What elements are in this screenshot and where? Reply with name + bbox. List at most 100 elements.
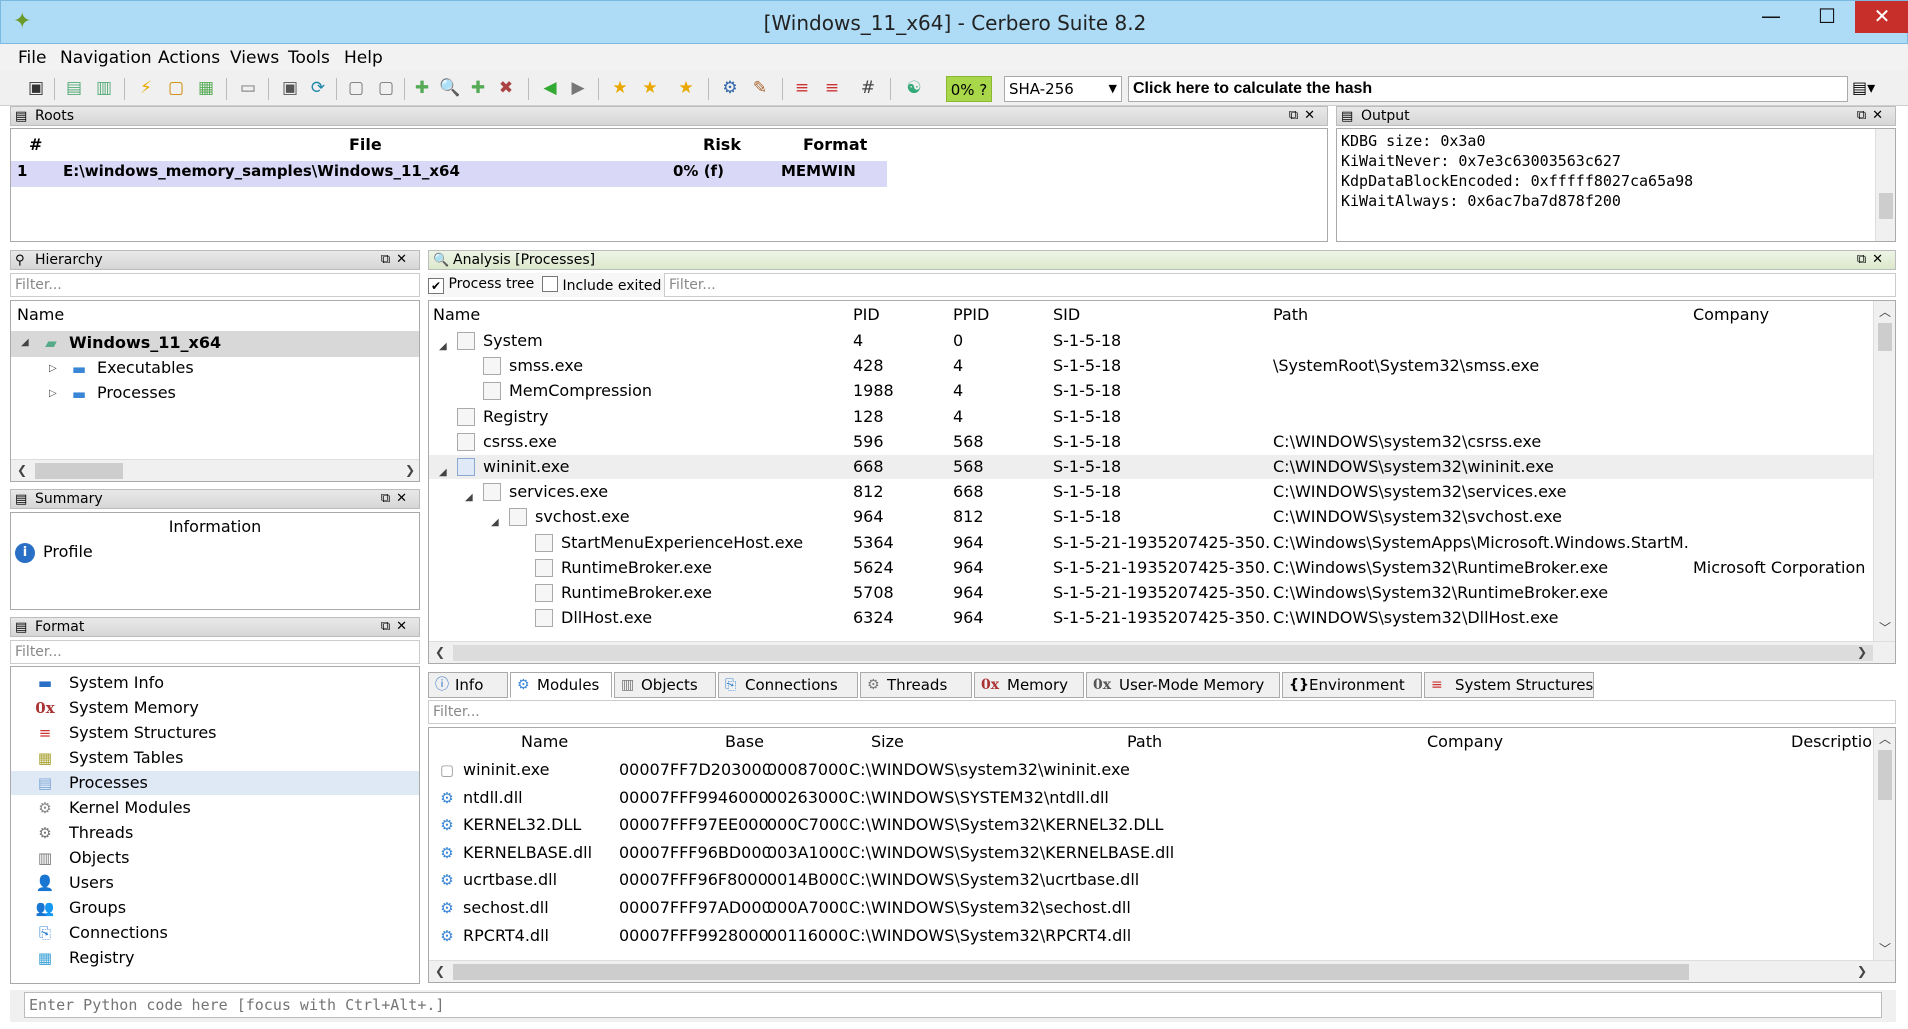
collapse-icon[interactable]: ◢: [21, 337, 29, 348]
tab-environment[interactable]: {} Environment: [1282, 672, 1422, 698]
hash-icon[interactable]: #: [856, 77, 880, 99]
format-item-system-info[interactable]: ▬ System Info: [11, 671, 419, 695]
scroll-left-icon[interactable]: ❮: [435, 645, 445, 659]
col-pid[interactable]: PID: [853, 303, 880, 327]
process-row[interactable]: StartMenuExperienceHost.exe 5364 964 S-1-5-…: [429, 531, 1873, 555]
scroll-right-icon[interactable]: ❯: [1857, 964, 1867, 978]
panel-buttons[interactable]: ⧉✕: [1857, 107, 1889, 125]
process-row[interactable]: RuntimeBroker.exe 5624 964 S-1-5-21-1935207…: [429, 556, 1873, 580]
hierarchy-hscrollbar[interactable]: ❮ ❯: [11, 459, 419, 481]
col-ppid[interactable]: PPID: [953, 303, 989, 327]
tab-objects[interactable]: ▥ Objects: [614, 672, 716, 698]
import-icon[interactable]: ▦: [194, 77, 218, 99]
format-item-system-structures[interactable]: ≡ System Structures: [11, 721, 419, 745]
format-header[interactable]: ▤ Format ⧉✕: [10, 617, 420, 637]
process-row[interactable]: smss.exe 428 4 S-1-5-18 \SystemRoot\System32…: [429, 354, 1873, 378]
col-path[interactable]: Path: [1273, 303, 1308, 327]
output-scrollbar[interactable]: [1875, 129, 1895, 241]
chart-a-icon[interactable]: ≡: [790, 77, 814, 99]
format-item-registry[interactable]: ▦ Registry: [11, 946, 419, 970]
roots-col-file[interactable]: File: [349, 133, 382, 157]
add-icon[interactable]: ✚: [410, 77, 434, 99]
risk-badge[interactable]: 0% ?: [946, 76, 992, 102]
scroll-left-icon[interactable]: ❮: [435, 964, 445, 978]
format-item-processes[interactable]: ▤ Processes: [11, 771, 419, 795]
format-item-users[interactable]: 👤 Users: [11, 871, 419, 895]
lightning-icon[interactable]: ⚡: [134, 77, 158, 99]
modules-filter[interactable]: Filter...: [428, 700, 1896, 724]
tool-a-icon[interactable]: ⚙: [718, 77, 742, 99]
scroll-right-icon[interactable]: ❯: [1857, 645, 1867, 659]
save-project-icon[interactable]: ▥: [92, 77, 116, 99]
hash-field[interactable]: Click here to calculate the hash: [1128, 76, 1848, 102]
modules-vscrollbar[interactable]: ︿ ﹀: [1873, 728, 1895, 960]
tab-modules[interactable]: ⚙ Modules: [510, 672, 612, 698]
process-row[interactable]: ◢ services.exe 812 668 S-1-5-18 C:\WINDOWS\sy…: [429, 480, 1873, 504]
output-console[interactable]: KDBG size: 0x3a0 KiWaitNever: 0x7e3c6300…: [1336, 128, 1896, 242]
process-row[interactable]: csrss.exe 596 568 S-1-5-18 C:\WINDOWS\system…: [429, 430, 1873, 454]
scroll-up-icon[interactable]: ︿: [1879, 730, 1891, 747]
format-item-system-tables[interactable]: ▦ System Tables: [11, 746, 419, 770]
mod-col-name[interactable]: Name: [521, 730, 568, 754]
tab-system-structures[interactable]: ≡ System Structures: [1424, 672, 1594, 698]
roots-col-format[interactable]: Format: [803, 133, 867, 157]
back-icon[interactable]: ◀: [538, 77, 562, 99]
tree-item-processes[interactable]: ▷ ▬ Processes: [11, 382, 419, 407]
scroll-right-icon[interactable]: ❯: [405, 463, 415, 477]
dock-icon[interactable]: ▣: [278, 77, 302, 99]
roots-header[interactable]: ▤ Roots ⧉✕: [10, 106, 1328, 126]
process-row[interactable]: DllHost.exe 6324 964 S-1-5-21-1935207425-35…: [429, 606, 1873, 630]
panel-buttons[interactable]: ⧉✕: [381, 490, 413, 508]
refresh-icon[interactable]: ⟳: [306, 77, 330, 99]
summary-col-information[interactable]: Information: [11, 515, 419, 539]
roots-col-num[interactable]: #: [29, 133, 42, 157]
mod-col-path[interactable]: Path: [1127, 730, 1162, 754]
tool-b-icon[interactable]: ✎: [748, 77, 772, 99]
tree-item-executables[interactable]: ▷ ▬ Executables: [11, 357, 419, 382]
col-company[interactable]: Company: [1693, 303, 1769, 327]
scroll-up-icon[interactable]: ︿: [1879, 303, 1891, 320]
tab-threads[interactable]: ⚙ Threads: [860, 672, 972, 698]
format-filter[interactable]: Filter...: [10, 640, 420, 664]
roots-col-risk[interactable]: Risk: [703, 133, 741, 157]
hierarchy-filter[interactable]: Filter...: [10, 273, 420, 297]
insert-icon[interactable]: ✚: [466, 77, 490, 99]
title-bar[interactable]: ✦ [Windows_11_x64] - Cerbero Suite 8.2 —…: [0, 0, 1908, 44]
process-tree-checkbox[interactable]: ✔ Process tree: [428, 276, 534, 294]
bookmark-icon[interactable]: ★: [608, 77, 632, 99]
mod-col-base[interactable]: Base: [725, 730, 764, 754]
mod-col-size[interactable]: Size: [871, 730, 904, 754]
scroll-down-icon[interactable]: ﹀: [1879, 619, 1891, 636]
delete-icon[interactable]: ✖: [494, 77, 518, 99]
process-row[interactable]: MemCompression 1988 4 S-1-5-18: [429, 379, 1873, 403]
modules-hscrollbar[interactable]: ❮ ❯: [429, 960, 1895, 982]
process-row[interactable]: RuntimeBroker.exe 5708 964 S-1-5-21-1935207…: [429, 581, 1873, 605]
panel-buttons[interactable]: ⧉✕: [1289, 107, 1321, 125]
maximize-button[interactable]: ☐: [1799, 1, 1855, 33]
menu-navigation[interactable]: Navigation: [60, 48, 152, 68]
star-icon[interactable]: ★: [638, 77, 662, 99]
expand-icon[interactable]: ▷: [49, 388, 57, 399]
panel-buttons[interactable]: ⧉✕: [381, 618, 413, 636]
favorite-icon[interactable]: ★: [674, 77, 698, 99]
mod-col-description[interactable]: Descriptio: [1791, 730, 1875, 754]
forward-icon[interactable]: ▶: [566, 77, 590, 99]
col-sid[interactable]: SID: [1053, 303, 1080, 327]
roots-row[interactable]: 1 E:\windows_memory_samples\Windows_11_x…: [11, 161, 887, 187]
process-row[interactable]: Registry 128 4 S-1-5-18: [429, 405, 1873, 429]
find-icon[interactable]: 🔍: [438, 77, 462, 99]
module-row[interactable]: ⚙ RPCRT4.dll 00007FFF99280000 00116000 C:\WI…: [429, 924, 1873, 948]
summary-header[interactable]: ▤ Summary ⧉✕: [10, 489, 420, 509]
menu-help[interactable]: Help: [344, 48, 383, 68]
col-name[interactable]: Name: [433, 303, 480, 327]
process-vscrollbar[interactable]: ︿ ﹀: [1873, 301, 1895, 641]
format-item-objects[interactable]: ▥ Objects: [11, 846, 419, 870]
menu-actions[interactable]: Actions: [158, 48, 220, 68]
open-project-icon[interactable]: ▤: [62, 77, 86, 99]
format-item-system-memory[interactable]: 0x System Memory: [11, 696, 419, 720]
scroll-down-icon[interactable]: ﹀: [1879, 940, 1891, 957]
minimize-button[interactable]: —: [1743, 1, 1799, 33]
format-item-groups[interactable]: 👥 Groups: [11, 896, 419, 920]
tab-user-mode-memory[interactable]: 0x User-Mode Memory: [1086, 672, 1280, 698]
tree-item-root[interactable]: ◢ ▰ Windows_11_x64: [11, 331, 419, 357]
